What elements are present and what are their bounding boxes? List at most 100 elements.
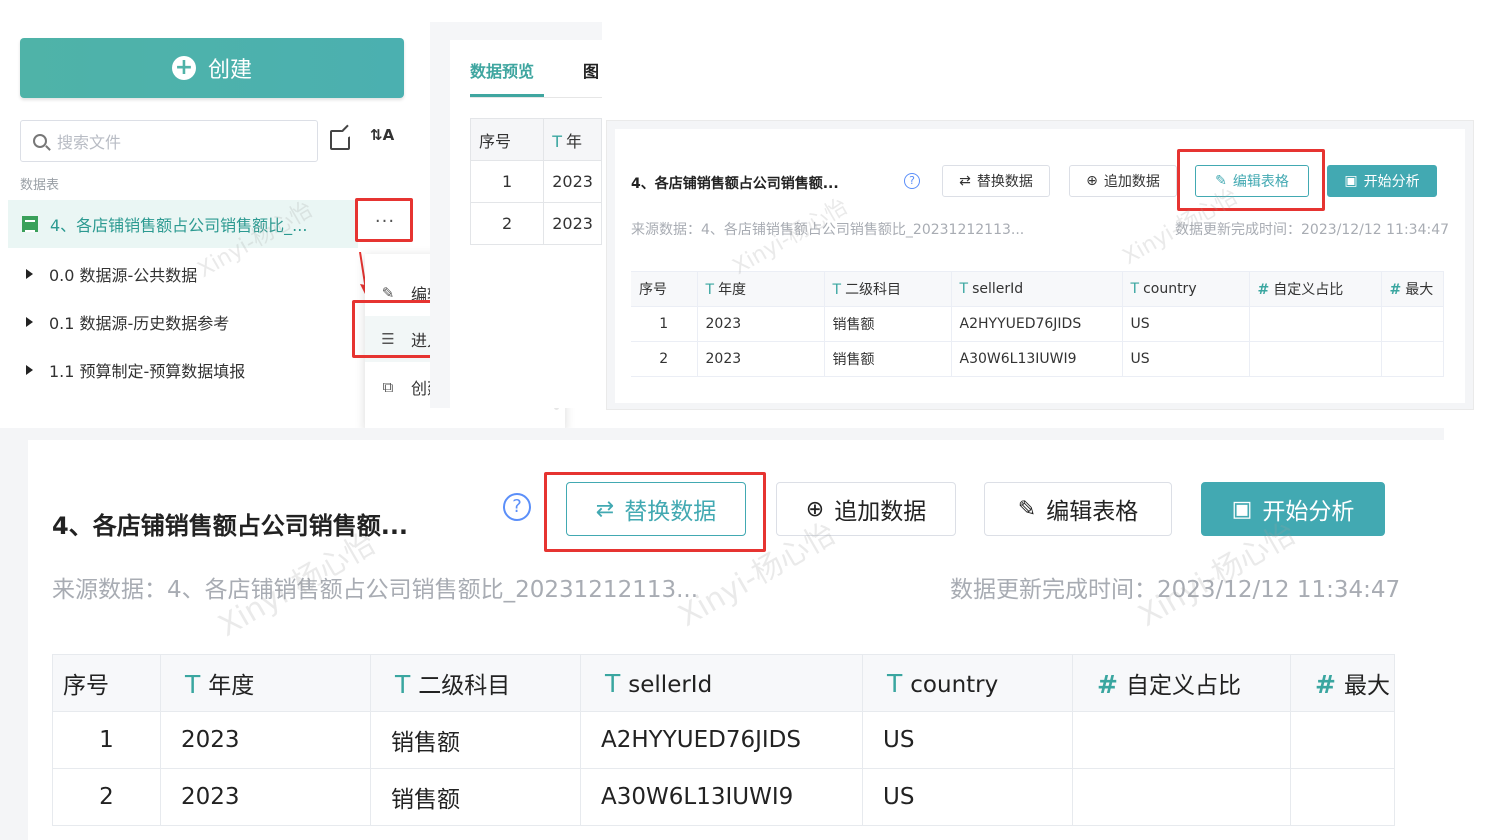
cell-ratio (1249, 341, 1382, 377)
cell-seller: A2HYYUED76JIDS (580, 711, 863, 769)
append-data-button[interactable]: ⊕ 追加数据 (1069, 165, 1177, 197)
source-info: 来源数据：4、各店铺销售额占公司销售额比_20231212113... (52, 577, 699, 603)
plus-circle-icon: ⊕ (805, 496, 825, 522)
tree-item-history-data[interactable]: 0.1 数据源-历史数据参考 (26, 310, 229, 334)
column-header-index: 序号 (469, 118, 545, 161)
cell-subject: 销售额 (370, 768, 581, 826)
cell-country: US (1122, 341, 1250, 377)
source-info: 来源数据：4、各店铺销售额占公司销售额比_20231212113... (631, 222, 1025, 238)
column-header-label: 年度 (208, 673, 255, 699)
cell-index: 2 (469, 202, 545, 245)
table-icon (22, 216, 38, 232)
cell-index: 2 (52, 768, 161, 826)
table-row: 1 2023 销售额 A2HYYUED76JIDS US (631, 306, 1444, 342)
table-header-row: 序号 T年 (469, 118, 602, 161)
column-header-year: T年 (543, 118, 602, 161)
tab-data-preview[interactable]: 数据预览 (470, 58, 534, 82)
cell-seller: A30W6L13IUWI9 (580, 768, 863, 826)
text-type-icon: T (959, 281, 969, 297)
column-header-ratio[interactable]: # 自定义占比 (1072, 654, 1291, 712)
column-header-ratio[interactable]: # 自定义占比 (1249, 271, 1382, 307)
edit-table-button[interactable]: ✎ 编辑表格 (1195, 165, 1309, 197)
start-analysis-button[interactable]: ▣ 开始分析 (1201, 482, 1385, 536)
table-header-row: 序号 T 年度 T 二级科目 TsellerId Tcountry # 自定义占比 #… (52, 654, 1395, 712)
number-type-icon: # (1097, 670, 1118, 699)
new-file-icon[interactable] (330, 130, 350, 150)
number-type-icon: # (1389, 282, 1402, 298)
help-icon[interactable]: ? (904, 173, 920, 189)
more-options-button[interactable]: ··· (358, 200, 412, 242)
text-type-icon: T (605, 668, 621, 698)
column-header-year[interactable]: T 年度 (160, 654, 371, 712)
column-header-subject[interactable]: T 二级科目 (824, 271, 952, 307)
cell-seller: A2HYYUED76JIDS (951, 306, 1123, 342)
column-header-index[interactable]: 序号 (52, 654, 161, 712)
column-header-label: 年度 (718, 282, 747, 298)
section-label: 数据表 (20, 178, 60, 193)
file-item-label: 4、各店铺销售额占公司销售额比_... (50, 216, 308, 235)
caret-right-icon (26, 317, 33, 327)
create-button[interactable]: + 创建 (20, 38, 404, 98)
cell-max (1290, 711, 1395, 769)
column-header-label: 二级科目 (845, 282, 902, 298)
table-row: 2 2023 (469, 202, 602, 245)
dataset-title: 4、各店铺销售额占公司销售额... (631, 176, 839, 192)
replace-data-label: 替换数据 (624, 499, 717, 525)
help-icon[interactable]: ? (503, 493, 531, 521)
cell-index: 1 (52, 711, 161, 769)
cell-ratio (1072, 768, 1291, 826)
caret-right-icon (26, 269, 33, 279)
tree-item-budget[interactable]: 1.1 预算制定-预算数据填报 (26, 358, 245, 382)
text-type-icon: T (1130, 281, 1140, 297)
dataset-card-large: 4、各店铺销售额占公司销售额... ? ⇄ 替换数据 ⊕ 追加数据 ✎ 编辑表格 ▣ 开… (28, 440, 1444, 840)
sort-az-icon[interactable]: ⇅A (370, 126, 394, 144)
preview-tabs-panel: 数据预览 图 序号 T年 1 2023 2 2023 (430, 22, 602, 408)
column-header-label: 自定义占比 (1125, 673, 1241, 699)
search-placeholder: 搜索文件 (57, 133, 122, 152)
cell-country: US (862, 711, 1073, 769)
search-input[interactable]: 搜索文件 (20, 120, 318, 162)
file-item-active[interactable]: 4、各店铺销售额占公司销售额比_... (8, 200, 358, 248)
replace-data-button[interactable]: ⇄ 替换数据 (566, 482, 746, 536)
column-header-label: 自定义占比 (1273, 282, 1344, 298)
data-table-small: 序号 T 年度 T 二级科目 TsellerId Tcountry # 自定义占比 #… (631, 271, 1444, 377)
column-header-country[interactable]: Tcountry (1122, 271, 1250, 307)
column-header-max[interactable]: # 最大 (1381, 271, 1444, 307)
column-header-label: country (910, 671, 999, 698)
text-type-icon: T (395, 670, 411, 699)
append-data-label: 追加数据 (1103, 174, 1160, 190)
start-analysis-button[interactable]: ▣ 开始分析 (1327, 165, 1437, 197)
preview-mini-table: 序号 T年 1 2023 2 2023 (469, 118, 602, 245)
plus-circle-icon: ⊕ (1086, 173, 1098, 189)
update-time: 数据更新完成时间：2023/12/12 11:34:47 (950, 577, 1401, 603)
table-header-row: 序号 T 年度 T 二级科目 TsellerId Tcountry # 自定义占比 #… (631, 271, 1444, 307)
search-icon (33, 134, 47, 148)
column-header-country[interactable]: Tcountry (862, 654, 1073, 712)
column-header-subject[interactable]: T 二级科目 (370, 654, 581, 712)
start-analysis-label: 开始分析 (1363, 174, 1420, 190)
column-header-label: country (1143, 281, 1197, 297)
number-type-icon: # (1257, 282, 1270, 298)
edit-table-button[interactable]: ✎ 编辑表格 (984, 482, 1172, 536)
tab-chart[interactable]: 图 (583, 58, 599, 82)
cell-country: US (1122, 306, 1250, 342)
column-header-label: 最大 (1343, 673, 1390, 699)
replace-data-button[interactable]: ⇄ 替换数据 (942, 165, 1050, 197)
cell-seller: A30W6L13IUWI9 (951, 341, 1123, 377)
edit-table-label: 编辑表格 (1046, 499, 1139, 525)
text-type-icon: T (552, 131, 563, 151)
cell-subject: 销售额 (824, 306, 952, 342)
column-header-max[interactable]: # 最大 (1290, 654, 1395, 712)
column-header-year-label: 年 (566, 131, 583, 151)
column-header-year[interactable]: T 年度 (697, 271, 825, 307)
column-header-seller[interactable]: TsellerId (580, 654, 863, 712)
append-data-button[interactable]: ⊕ 追加数据 (776, 482, 956, 536)
create-button-label: 创建 (207, 58, 252, 83)
cell-index: 1 (469, 160, 545, 203)
number-type-icon: # (1315, 670, 1336, 699)
data-table-large: 序号 T 年度 T 二级科目 TsellerId Tcountry # 自定义占比 #… (52, 654, 1395, 826)
tree-item-public-data[interactable]: 0.0 数据源-公共数据 (26, 262, 197, 286)
cell-year: 2023 (543, 202, 602, 245)
column-header-seller[interactable]: TsellerId (951, 271, 1123, 307)
column-header-index[interactable]: 序号 (631, 271, 698, 307)
